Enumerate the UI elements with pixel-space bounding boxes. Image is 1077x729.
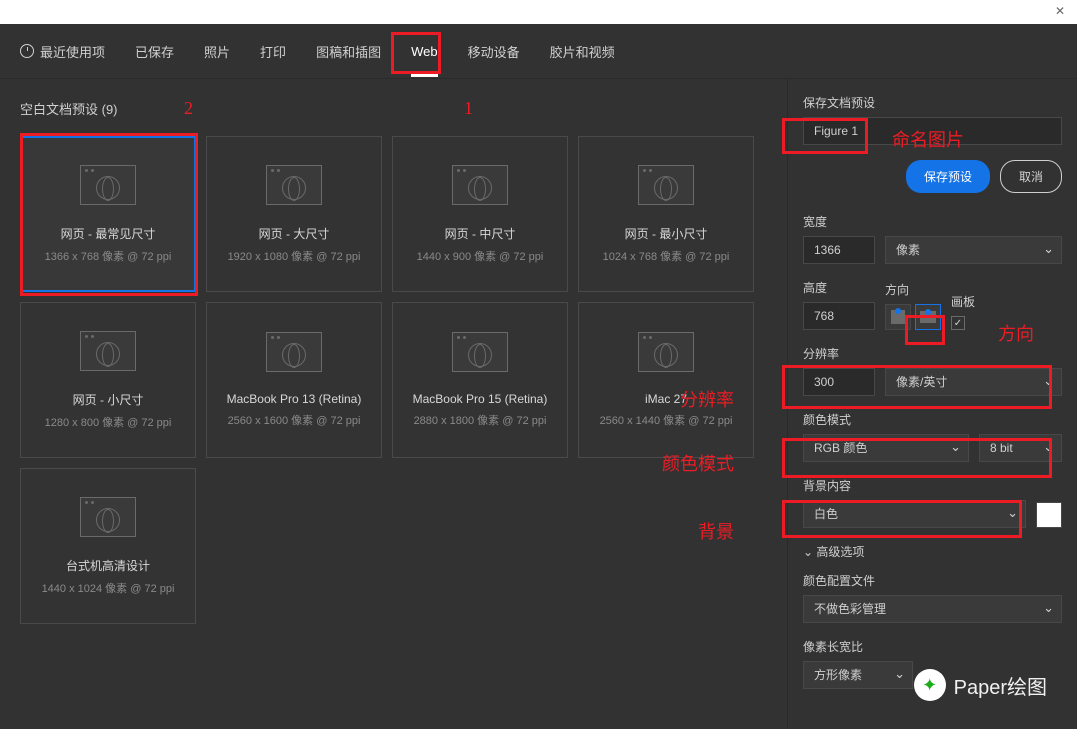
preset-title: 台式机高清设计 bbox=[66, 557, 150, 574]
orient-landscape-button[interactable] bbox=[915, 304, 941, 330]
preset-sub: 1920 x 1080 像素 @ 72 ppi bbox=[228, 248, 361, 264]
tab-art[interactable]: 图稿和插图 bbox=[316, 24, 381, 79]
profile-select[interactable]: 不做色彩管理 bbox=[803, 595, 1062, 623]
preset-sub: 1366 x 768 像素 @ 72 ppi bbox=[45, 248, 172, 264]
web-icon bbox=[266, 165, 322, 205]
web-icon bbox=[638, 332, 694, 372]
preset-card[interactable]: 网页 - 小尺寸 1280 x 800 像素 @ 72 ppi bbox=[20, 302, 196, 458]
bitdepth-select[interactable]: 8 bit bbox=[979, 434, 1062, 462]
width-label: 宽度 bbox=[803, 213, 1062, 230]
annotation-naming: 命名图片 bbox=[892, 126, 964, 152]
portrait-icon bbox=[891, 310, 905, 324]
resolution-input[interactable] bbox=[803, 368, 875, 396]
preset-title: MacBook Pro 13 (Retina) bbox=[227, 392, 362, 406]
annotation-number-2: 2 bbox=[184, 98, 193, 119]
save-preset-label: 保存文档预设 bbox=[803, 94, 1062, 111]
preset-card[interactable]: iMac 27 2560 x 1440 像素 @ 72 ppi bbox=[578, 302, 754, 458]
background-select[interactable]: 白色 bbox=[803, 500, 1026, 528]
preset-card[interactable]: MacBook Pro 15 (Retina) 2880 x 1800 像素 @… bbox=[392, 302, 568, 458]
web-icon bbox=[638, 165, 694, 205]
preset-sub: 2560 x 1600 像素 @ 72 ppi bbox=[228, 412, 361, 428]
artboard-label: 画板 bbox=[951, 293, 975, 310]
preset-title: 网页 - 最常见尺寸 bbox=[61, 225, 156, 242]
tab-mobile[interactable]: 移动设备 bbox=[468, 24, 520, 79]
preset-title: 网页 - 最小尺寸 bbox=[625, 225, 708, 242]
button-row: 保存预设 取消 bbox=[803, 160, 1062, 193]
preset-card[interactable]: 网页 - 最小尺寸 1024 x 768 像素 @ 72 ppi bbox=[578, 136, 754, 292]
chevron-down-icon: ⌄ bbox=[803, 545, 816, 559]
colormode-label: 颜色模式 bbox=[803, 411, 1062, 428]
preset-card[interactable]: MacBook Pro 13 (Retina) 2560 x 1600 像素 @… bbox=[206, 302, 382, 458]
tab-film[interactable]: 胶片和视频 bbox=[550, 24, 615, 79]
titlebar: ✕ bbox=[0, 0, 1077, 24]
close-icon[interactable]: ✕ bbox=[1055, 4, 1065, 18]
tab-label: 最近使用项 bbox=[40, 42, 105, 61]
resolution-unit-select[interactable]: 像素/英寸 bbox=[885, 368, 1062, 396]
preset-card[interactable]: 台式机高清设计 1440 x 1024 像素 @ 72 ppi bbox=[20, 468, 196, 624]
preset-sub: 1024 x 768 像素 @ 72 ppi bbox=[603, 248, 730, 264]
preset-card[interactable]: 网页 - 中尺寸 1440 x 900 像素 @ 72 ppi bbox=[392, 136, 568, 292]
orient-label: 方向 bbox=[885, 281, 941, 298]
annotation-resolution: 分辨率 bbox=[680, 386, 734, 412]
annotation-colormode: 颜色模式 bbox=[662, 450, 734, 476]
preset-title: 网页 - 中尺寸 bbox=[445, 225, 516, 242]
width-input[interactable] bbox=[803, 236, 875, 264]
bg-swatch[interactable] bbox=[1036, 502, 1062, 528]
advanced-toggle[interactable]: ⌄ 高级选项 bbox=[803, 543, 1062, 560]
artboard-checkbox[interactable]: ✓ bbox=[951, 316, 965, 330]
annotation-number-1: 1 bbox=[464, 98, 473, 119]
annotation-background: 背景 bbox=[698, 518, 734, 544]
preset-card[interactable]: 网页 - 大尺寸 1920 x 1080 像素 @ 72 ppi bbox=[206, 136, 382, 292]
preset-sub: 2880 x 1800 像素 @ 72 ppi bbox=[414, 412, 547, 428]
web-icon bbox=[266, 332, 322, 372]
preset-grid: 网页 - 最常见尺寸 1366 x 768 像素 @ 72 ppi 网页 - 大… bbox=[20, 136, 767, 624]
tab-print[interactable]: 打印 bbox=[260, 24, 286, 79]
watermark: ✦ Paper绘图 bbox=[914, 669, 1047, 701]
preset-title: MacBook Pro 15 (Retina) bbox=[413, 392, 548, 406]
unit-select[interactable]: 像素 bbox=[885, 236, 1062, 264]
height-input[interactable] bbox=[803, 302, 875, 330]
preset-sub: 1440 x 1024 像素 @ 72 ppi bbox=[42, 580, 175, 596]
clock-icon bbox=[20, 44, 34, 58]
tab-saved[interactable]: 已保存 bbox=[135, 24, 174, 79]
aspect-label: 像素长宽比 bbox=[803, 638, 1062, 655]
tab-bar: 最近使用项 已保存 照片 打印 图稿和插图 Web 移动设备 胶片和视频 bbox=[0, 24, 1077, 79]
profile-label: 颜色配置文件 bbox=[803, 572, 1062, 589]
main-area: 空白文档预设 (9) 网页 - 最常见尺寸 1366 x 768 像素 @ 72… bbox=[0, 79, 1077, 729]
annotation-orientation: 方向 bbox=[998, 320, 1034, 346]
tab-photo[interactable]: 照片 bbox=[204, 24, 230, 79]
height-label: 高度 bbox=[803, 279, 875, 296]
tab-recent[interactable]: 最近使用项 bbox=[20, 24, 105, 79]
section-title: 空白文档预设 (9) bbox=[20, 99, 767, 118]
colormode-select[interactable]: RGB 颜色 bbox=[803, 434, 969, 462]
landscape-icon bbox=[920, 311, 936, 323]
preset-title: 网页 - 小尺寸 bbox=[73, 391, 144, 408]
details-panel: 保存文档预设 保存预设 取消 宽度 像素 高度 方向 bbox=[787, 79, 1077, 729]
preset-sub: 1440 x 900 像素 @ 72 ppi bbox=[417, 248, 544, 264]
web-icon bbox=[452, 332, 508, 372]
orient-portrait-button[interactable] bbox=[885, 304, 911, 330]
watermark-text: Paper绘图 bbox=[954, 671, 1047, 700]
presets-panel: 空白文档预设 (9) 网页 - 最常见尺寸 1366 x 768 像素 @ 72… bbox=[0, 79, 787, 729]
save-preset-button[interactable]: 保存预设 bbox=[906, 160, 990, 193]
web-icon bbox=[80, 497, 136, 537]
bg-label: 背景内容 bbox=[803, 477, 1062, 494]
tab-web[interactable]: Web bbox=[411, 26, 438, 77]
web-icon bbox=[80, 165, 136, 205]
web-icon bbox=[452, 165, 508, 205]
preset-title: 网页 - 大尺寸 bbox=[259, 225, 330, 242]
aspect-select[interactable]: 方形像素 bbox=[803, 661, 913, 689]
wechat-icon: ✦ bbox=[914, 669, 946, 701]
preset-sub: 2560 x 1440 像素 @ 72 ppi bbox=[600, 412, 733, 428]
cancel-button[interactable]: 取消 bbox=[1000, 160, 1062, 193]
preset-card[interactable]: 网页 - 最常见尺寸 1366 x 768 像素 @ 72 ppi bbox=[20, 136, 196, 292]
preset-sub: 1280 x 800 像素 @ 72 ppi bbox=[45, 414, 172, 430]
resolution-label: 分辨率 bbox=[803, 345, 1062, 362]
web-icon bbox=[80, 331, 136, 371]
